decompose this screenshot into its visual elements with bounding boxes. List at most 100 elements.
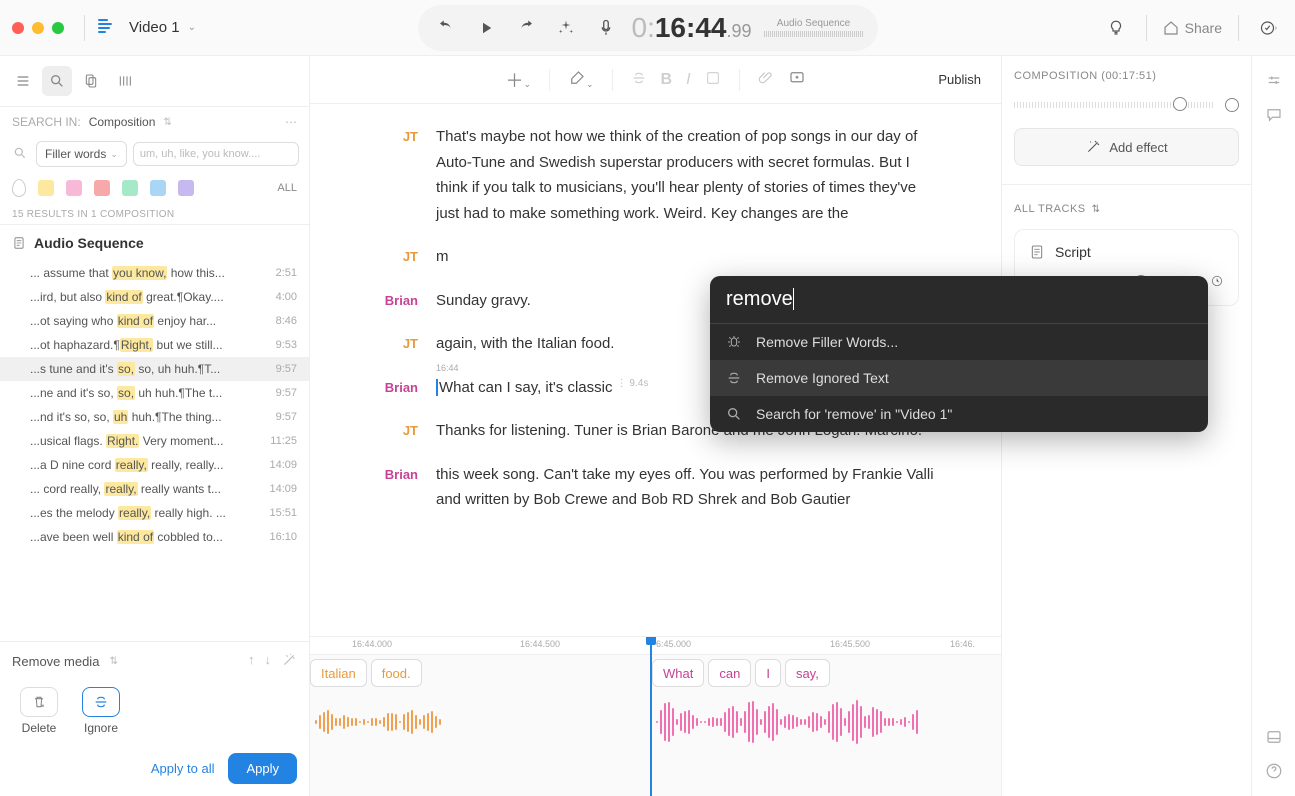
arrow-up-icon[interactable]: ↑ [248,652,255,671]
timeline-waveform[interactable] [310,691,1001,751]
filter-pill[interactable]: Filler words ⌄ [36,141,127,167]
result-row[interactable]: ...ave been well kind of cobbled to...16… [0,525,309,549]
speaker-label[interactable]: JT [370,124,418,226]
result-row[interactable]: ...ne and it's so, so, uh huh.¶The t...9… [0,381,309,405]
attachment-icon[interactable] [758,70,774,89]
transcript-text[interactable]: That's maybe not how we think of the cre… [436,124,941,226]
highlight-tool-icon[interactable]: ⌄ [568,69,594,90]
command-palette-input[interactable]: remove [710,276,1208,324]
microphone-icon[interactable] [591,14,619,42]
result-row[interactable]: ... assume that you know, how this...2:5… [0,261,309,285]
sliders-icon[interactable] [1263,70,1285,92]
result-row[interactable]: ...ot haphazard.¶Right, but we still...9… [0,333,309,357]
transcript-line[interactable]: JTThat's maybe not how we think of the c… [370,124,941,226]
delete-option[interactable]: Delete [20,687,58,735]
word-pill[interactable]: Italian [310,659,367,687]
search-tab-icon[interactable] [42,66,72,96]
transcript-line[interactable]: JT m [370,244,941,270]
result-row[interactable]: ...usical flags. Right. Very moment...11… [0,429,309,453]
audio-sequence-pill[interactable]: Audio Sequence [764,18,864,37]
word-pill[interactable]: food. [371,659,422,687]
sort-icon[interactable]: ⇅ [163,117,171,128]
result-row[interactable]: ...ird, but also kind of great.¶Okay....… [0,285,309,309]
transcript-text[interactable]: this week song. Can't take my eyes off. … [436,462,941,513]
apply-to-all-button[interactable]: Apply to all [151,761,215,776]
sparkle-icon[interactable] [551,14,579,42]
add-effect-button[interactable]: Add effect [1014,128,1239,166]
undo-button[interactable] [431,14,459,42]
palette-item[interactable]: Remove Filler Words... [710,324,1208,360]
redo-button[interactable] [511,14,539,42]
color-swatch-red[interactable] [94,180,110,196]
help-icon[interactable] [1263,760,1285,782]
share-button[interactable]: Share [1163,20,1222,36]
window-controls[interactable] [12,22,64,34]
color-swatch-green[interactable] [122,180,138,196]
highlighter-icon[interactable] [12,179,26,197]
arrow-down-icon[interactable]: ↓ [265,652,272,671]
check-dropdown-button[interactable] [1255,14,1283,42]
search-icon[interactable] [10,146,30,163]
speaker-label[interactable]: Brian [370,462,418,513]
panel-icon[interactable] [1263,726,1285,748]
word-pill[interactable]: I [755,659,781,687]
playhead[interactable] [650,637,652,796]
result-row[interactable]: ... cord really, really, really wants t.… [0,477,309,501]
speaker-label[interactable]: JT [370,244,418,270]
result-row[interactable]: ...a D nine cord really, really, really.… [0,453,309,477]
all-tracks-label[interactable]: ALL TRACKS [1014,203,1086,215]
speaker-label[interactable]: Brian [370,375,418,401]
result-row[interactable]: ...s tune and it's so, so, uh huh.¶T...9… [0,357,309,381]
palette-item[interactable]: Search for 'remove' in "Video 1" [710,396,1208,432]
sort-icon[interactable]: ⇅ [1092,204,1101,215]
copy-icon[interactable] [76,66,106,96]
comment-icon[interactable] [788,69,806,90]
columns-icon[interactable] [110,66,140,96]
play-button[interactable] [471,14,499,42]
scrubber-knob[interactable] [1173,97,1187,111]
sort-icon[interactable]: ⇅ [109,656,117,667]
remove-media-dropdown[interactable]: Remove media [12,654,99,669]
speaker-label[interactable]: JT [370,331,418,357]
chat-icon[interactable] [1263,104,1285,126]
palette-item[interactable]: Remove Ignored Text [710,360,1208,396]
speaker-label[interactable]: JT [370,418,418,444]
transcript-text[interactable]: m [436,244,941,270]
result-row[interactable]: ...es the melody really, really high. ..… [0,501,309,525]
color-swatch-pink[interactable] [66,180,82,196]
audio-sequence-header[interactable]: Audio Sequence [34,235,144,251]
minimize-window-icon[interactable] [32,22,44,34]
project-title[interactable]: Video 1 ⌄ [129,19,196,36]
color-swatch-blue[interactable] [150,180,166,196]
word-pill[interactable]: say, [785,659,830,687]
maximize-window-icon[interactable] [52,22,64,34]
add-button[interactable]: ＋⌄ [505,67,531,93]
all-swatches-label[interactable]: ALL [277,182,297,194]
publish-button[interactable]: Publish [938,72,981,87]
more-icon[interactable]: ⋯ [285,115,297,129]
result-row[interactable]: ...ot saying who kind of enjoy har...8:4… [0,309,309,333]
search-scope[interactable]: Composition [89,115,156,129]
color-swatch-purple[interactable] [178,180,194,196]
speaker-label[interactable]: Brian [370,288,418,314]
filter-placeholder-input[interactable]: um, uh, like, you know.... [133,142,299,166]
scrubber-end-icon[interactable] [1225,98,1239,112]
lightbulb-icon[interactable] [1102,14,1130,42]
ignore-option[interactable]: Ignore [82,687,120,735]
word-pill[interactable]: What [652,659,704,687]
italic-tool-icon[interactable]: I [686,71,690,89]
timeline[interactable]: 16:44.00016:44.5006:45.00016:45.50016:46… [310,636,1001,796]
color-tool-icon[interactable] [705,70,721,89]
wand-slash-icon[interactable] [281,652,297,671]
word-pill[interactable]: can [708,659,751,687]
bold-tool-icon[interactable]: B [661,71,673,89]
result-row[interactable]: ...nd it's so, so, uh huh.¶The thing...9… [0,405,309,429]
clock-icon[interactable] [1210,274,1224,291]
apply-button[interactable]: Apply [228,753,297,784]
composition-scrubber[interactable] [1014,96,1239,114]
strikethrough-tool-icon[interactable] [631,70,647,89]
menu-icon[interactable] [8,66,38,96]
transcript-line[interactable]: Brian this week song. Can't take my eyes … [370,462,941,513]
color-swatch-yellow[interactable] [38,180,54,196]
close-window-icon[interactable] [12,22,24,34]
